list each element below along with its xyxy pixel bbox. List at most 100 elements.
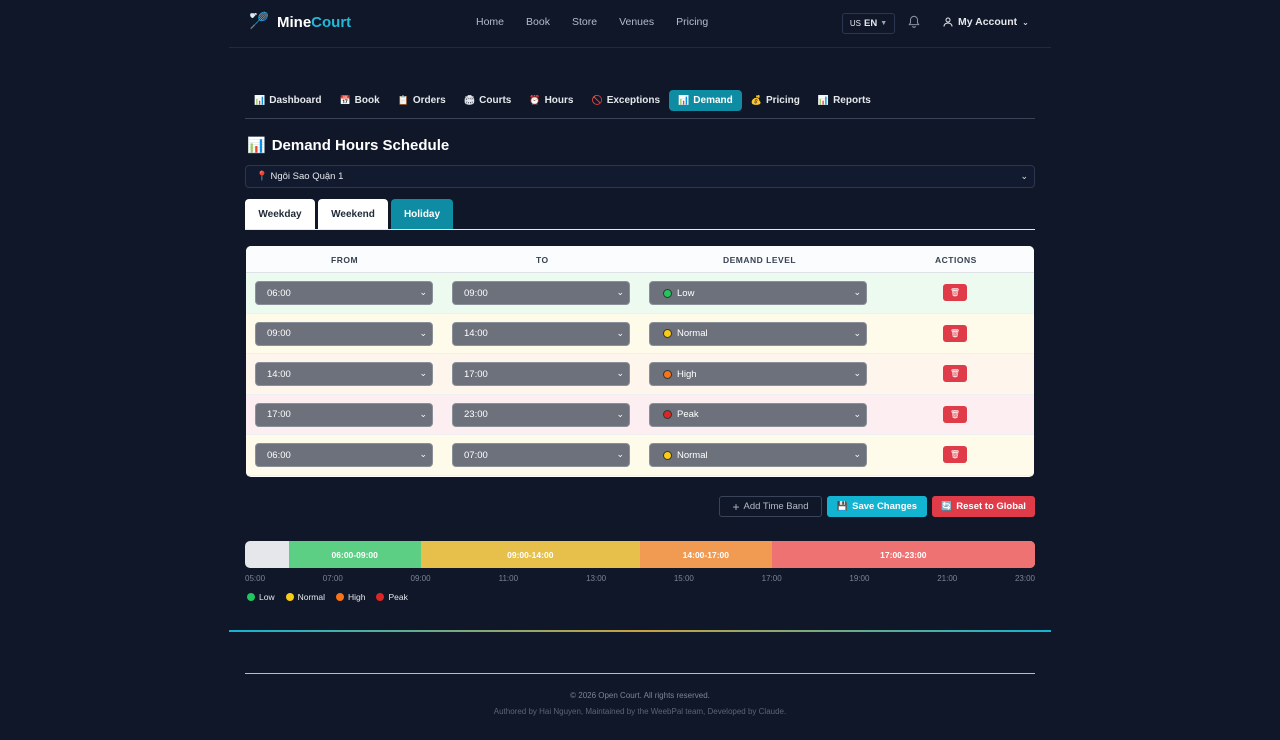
nav-link-store[interactable]: Store xyxy=(572,16,597,28)
from-time-select[interactable]: 14:00 ⌄ xyxy=(255,362,433,387)
tab-label: Book xyxy=(354,95,380,106)
prohibited-icon: 🚫 xyxy=(591,95,603,105)
timeline-tick-label: 17:00 xyxy=(761,574,782,583)
chevron-down-icon: ⌄ xyxy=(853,408,861,419)
calendar-icon: 📅 xyxy=(339,95,351,105)
select-value: 23:00 xyxy=(464,409,488,421)
page-title: 📊 Demand Hours Schedule xyxy=(247,136,450,155)
chevron-down-icon: ⌄ xyxy=(853,368,861,379)
column-header-demand-level: DEMAND LEVEL xyxy=(723,255,797,265)
account-menu[interactable]: My Account ⌄ xyxy=(943,16,1029,28)
chevron-down-icon: ⌄ xyxy=(616,327,624,338)
language-selector[interactable]: US EN ▼ xyxy=(842,13,895,34)
bell-icon[interactable] xyxy=(907,15,923,31)
demand-level-select[interactable]: Peak ⌄ xyxy=(649,402,867,427)
to-time-select[interactable]: 17:00 ⌄ xyxy=(452,362,630,387)
brand-logo[interactable]: 🏸 MineCourt xyxy=(249,12,351,32)
to-time-select[interactable]: 14:00 ⌄ xyxy=(452,321,630,346)
chevron-down-icon: ⌄ xyxy=(853,449,861,460)
tab-label: Demand xyxy=(693,95,733,106)
nav-link-book[interactable]: Book xyxy=(526,16,550,28)
tab-dashboard[interactable]: 📊 Dashboard xyxy=(245,90,330,111)
select-value: 09:00 xyxy=(267,328,291,340)
delete-row-button[interactable]: 🗑 xyxy=(943,405,967,423)
column-header-actions: ACTIONS xyxy=(935,255,977,265)
chevron-down-icon: ⌄ xyxy=(419,449,427,460)
chevron-down-icon: ⌄ xyxy=(419,327,427,338)
demand-legend: Low Normal High Peak xyxy=(247,592,408,602)
timeline-tick-label: 19:00 xyxy=(849,574,870,583)
from-time-select[interactable]: 09:00 ⌄ xyxy=(255,321,433,346)
nav-link-pricing[interactable]: Pricing xyxy=(676,16,708,28)
legend-color-dot xyxy=(376,593,385,601)
delete-row-button[interactable]: 🗑 xyxy=(943,446,967,464)
demand-level-select[interactable]: Normal ⌄ xyxy=(649,443,867,468)
chevron-down-icon: ⌄ xyxy=(1020,171,1028,181)
footer-divider xyxy=(245,673,1035,674)
demand-level-select[interactable]: High ⌄ xyxy=(649,362,867,387)
tab-holiday[interactable]: Holiday xyxy=(391,199,453,229)
chart-icon: 📊 xyxy=(817,95,830,105)
legend-label: Low xyxy=(259,592,275,602)
tab-weekday[interactable]: Weekday xyxy=(245,199,315,229)
chevron-down-icon: ⌄ xyxy=(616,449,624,460)
admin-tabs: 📊 Dashboard 📅 Book 📋 Orders 🏟 Courts ⏰ Hours … xyxy=(245,90,1035,119)
to-time-select[interactable]: 07:00 ⌄ xyxy=(452,443,630,468)
tab-book[interactable]: 📅 Book xyxy=(330,90,388,111)
tab-label: Reports xyxy=(833,95,871,106)
to-time-select[interactable]: 09:00 ⌄ xyxy=(452,281,630,305)
delete-row-button[interactable]: 🗑 xyxy=(943,284,967,301)
delete-row-button[interactable]: 🗑 xyxy=(943,365,967,383)
select-value: 14:00 xyxy=(464,328,488,340)
trash-icon: 🗑 xyxy=(949,288,961,297)
tab-label: Courts xyxy=(479,95,512,106)
tab-courts[interactable]: 🏟 Courts xyxy=(455,90,521,111)
from-time-select[interactable]: 06:00 ⌄ xyxy=(255,281,433,305)
table-row: 06:00 ⌄ 07:00 ⌄ Normal ⌄ 🗑 xyxy=(246,435,1034,476)
nav-link-home[interactable]: Home xyxy=(476,16,504,28)
tab-pricing[interactable]: 💰 Pricing xyxy=(742,90,809,111)
page-title-text: Demand Hours Schedule xyxy=(271,136,450,154)
select-value: Low xyxy=(677,287,695,299)
tab-label: Orders xyxy=(412,95,446,106)
chevron-down-icon: ⌄ xyxy=(1022,17,1029,27)
footer-copyright: © 2026 Open Court. All rights reserved. xyxy=(570,691,710,700)
demand-level-select[interactable]: Low ⌄ xyxy=(649,281,867,305)
demand-level-select[interactable]: Normal ⌄ xyxy=(649,321,867,346)
chevron-down-icon: ⌄ xyxy=(616,368,624,379)
delete-row-button[interactable]: 🗑 xyxy=(943,324,967,342)
table-row: 14:00 ⌄ 17:00 ⌄ High ⌄ 🗑 xyxy=(246,354,1034,395)
venue-select-value: 📍 Ngôi Sao Quận 1 xyxy=(256,171,344,182)
footer-credits: Authored by Hai Nguyen, Maintained by th… xyxy=(493,707,787,716)
tab-demand[interactable]: 📊 Demand xyxy=(669,90,742,111)
from-time-select[interactable]: 17:00 ⌄ xyxy=(255,402,433,427)
account-label: My Account xyxy=(958,16,1018,28)
tab-reports[interactable]: 📊 Reports xyxy=(809,90,880,111)
alarm-clock-icon: ⏰ xyxy=(529,95,541,105)
add-time-band-button[interactable]: + Add Time Band xyxy=(719,496,822,517)
venue-select[interactable]: 📍 Ngôi Sao Quận 1 ⌄ xyxy=(245,165,1035,188)
level-color-dot xyxy=(663,410,672,420)
main-nav-links: Home Book Store Venues Pricing xyxy=(476,16,730,28)
chevron-down-icon: ⌄ xyxy=(616,408,624,419)
reset-to-global-button[interactable]: 🔄 Reset to Global xyxy=(932,496,1035,517)
timeline-tick-label: 07:00 xyxy=(322,574,343,583)
save-changes-button[interactable]: 💾 Save Changes xyxy=(827,496,927,517)
chevron-down-icon: ⌄ xyxy=(853,287,861,297)
demand-timeline: 06:00-09:00 09:00-14:00 14:00-17:00 17:00-2… xyxy=(245,541,1035,568)
select-value: 17:00 xyxy=(464,368,488,380)
trash-icon: 🗑 xyxy=(949,328,961,338)
tab-exceptions[interactable]: 🚫 Exceptions xyxy=(582,90,669,111)
timeline-tick-label: 09:00 xyxy=(410,574,431,583)
legend-label: Peak xyxy=(388,592,408,602)
from-time-select[interactable]: 06:00 ⌄ xyxy=(255,443,433,468)
tab-hours[interactable]: ⏰ Hours xyxy=(520,90,582,111)
button-label: Reset to Global xyxy=(956,501,1026,512)
tab-orders[interactable]: 📋 Orders xyxy=(389,90,455,111)
tab-weekend[interactable]: Weekend xyxy=(318,199,388,229)
timeline-tick-label: 21:00 xyxy=(937,574,958,583)
nav-link-venues[interactable]: Venues xyxy=(619,16,654,28)
chevron-down-icon: ⌄ xyxy=(853,327,861,338)
to-time-select[interactable]: 23:00 ⌄ xyxy=(452,402,630,427)
legend-item: High xyxy=(336,592,365,602)
